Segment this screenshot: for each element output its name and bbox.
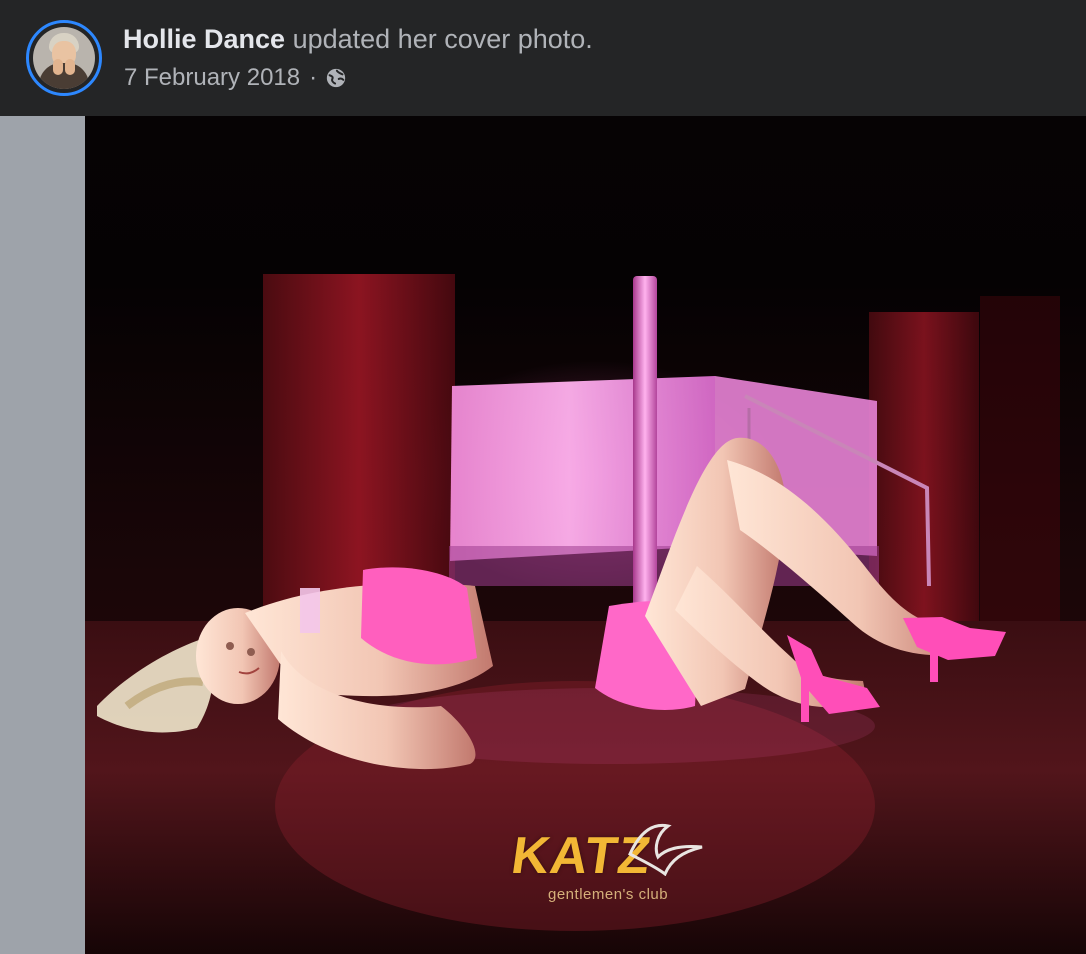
avatar-image [33,27,95,89]
post-action-text: updated her cover photo. [292,24,593,54]
post-title: Hollie Dance updated her cover photo. [123,22,593,56]
author-name-link[interactable]: Hollie Dance [123,24,285,54]
post-date-link[interactable]: 7 February 2018 [124,63,300,93]
cover-photo-area[interactable]: KATZ gentlemen's club [0,116,1086,954]
cover-photo[interactable]: KATZ gentlemen's club [85,116,1086,954]
profile-avatar[interactable] [26,20,102,96]
post-meta: 7 February 2018 · [124,63,347,93]
left-gutter [0,116,85,954]
club-logo-swoosh [628,823,703,876]
globe-icon[interactable] [325,67,347,89]
post-header: Hollie Dance updated her cover photo. 7 … [0,0,1086,116]
meta-separator: · [309,64,318,91]
club-logo-subtext: gentlemen's club [548,886,669,903]
club-logo: KATZ gentlemen's club [508,816,703,906]
